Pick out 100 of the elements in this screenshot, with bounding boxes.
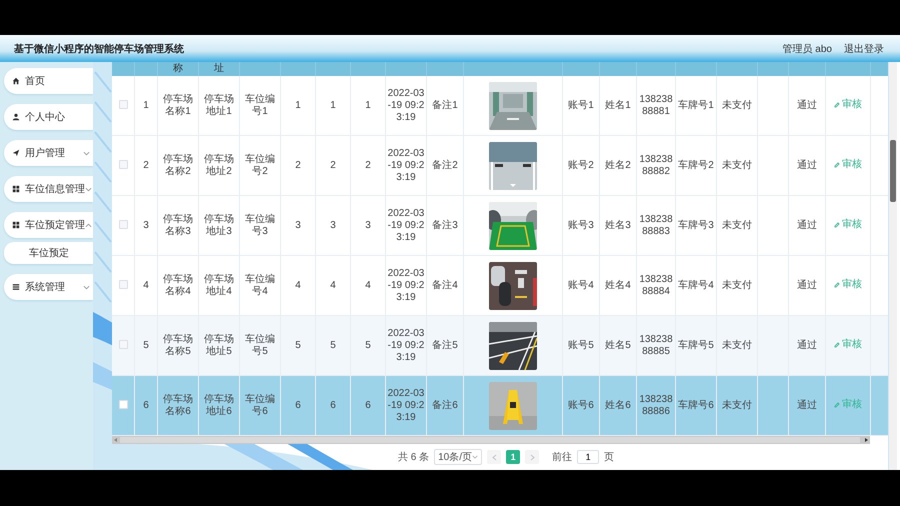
table-cell: 停车场地址3 [198,196,240,256]
menu-item[interactable]: 车位信息管理 [4,176,93,202]
table-cell: 停车场地址1 [198,76,240,136]
table-cell: 5 [134,316,158,376]
table-cell: 2022-03-19 09:23:19 [386,136,426,196]
table-cell: 2022-03-19 09:23:19 [386,76,426,136]
table-cell: 13823888883 [636,196,676,256]
row-checkbox[interactable] [118,340,128,350]
menu-item[interactable]: 车位预定管理 [4,212,93,238]
caret-icon [472,455,478,459]
table-cell: 车位编号6 [240,376,280,436]
table-cell: 停车场名称3 [158,196,198,256]
table-cell: 账号1 [562,76,600,136]
table-cell: 姓名6 [600,376,636,436]
table-cell: 通过 [788,376,826,436]
table-cell: 1 [280,76,316,136]
table-cell: 5 [280,316,316,376]
row-checkbox[interactable] [118,100,128,110]
page-size-select[interactable]: 10条/页 [434,449,482,465]
user-icon [12,113,20,121]
column-header: 址 [198,62,240,76]
edit-icon [834,282,840,288]
home-icon [12,77,20,85]
user-label: 管理员 abo [782,42,832,56]
row-checkbox[interactable] [118,220,128,230]
table-cell: 3 [134,196,158,256]
total-count: 共 6 条 [398,450,430,464]
table-cell: 3 [316,196,350,256]
table-cell: 6 [350,376,386,436]
table-cell: 车位编号3 [240,196,280,256]
table-cell: 通过 [788,76,826,136]
table-cell: 账号3 [562,196,600,256]
grid-icon [12,185,20,193]
logout-link[interactable]: 退出登录 [844,42,884,56]
table-cell: 2 [350,136,386,196]
table-cell: 车位编号5 [240,316,280,376]
table-cell: 13823888882 [636,136,676,196]
table-cell: 账号6 [562,376,600,436]
row-checkbox[interactable] [118,400,128,410]
row-checkbox[interactable] [118,280,128,290]
table-cell: 13823888881 [636,76,676,136]
table-cell: 2022-03-19 09:23:19 [386,316,426,376]
table-cell: 未支付 [716,316,758,376]
horizontal-scrollbar[interactable] [112,436,870,444]
menu-item[interactable]: 系统管理 [4,274,93,300]
table-cell: 停车场名称5 [158,316,198,376]
chevron-icon [83,284,90,290]
menu-item[interactable]: 个人中心 [4,104,93,130]
table-cell: 备注3 [426,196,464,256]
row-checkbox[interactable] [118,160,128,170]
menu-item[interactable]: 用户管理 [4,140,93,166]
table-cell: 备注6 [426,376,464,436]
chevron-icon [83,150,90,156]
table-cell: 车牌号3 [676,196,716,256]
page-input[interactable]: 1 [577,450,600,464]
table-cell: 2 [134,136,158,196]
edit-icon [834,342,840,348]
edit-icon [834,402,840,408]
table-cell: 6 [280,376,316,436]
table-cell: 2 [316,136,350,196]
table-cell: 1 [350,76,386,136]
table-cell: 未支付 [716,76,758,136]
table-cell: 姓名2 [600,136,636,196]
table-cell: 通过 [788,316,826,376]
submenu-item[interactable]: 车位预定 [4,242,93,264]
table-cell: 3 [350,196,386,256]
table-cell: 2022-03-19 09:23:19 [386,196,426,256]
table-cell: 通过 [788,196,826,256]
table-cell: 停车场名称1 [158,76,198,136]
table-cell: 车位编号2 [240,136,280,196]
chevron-icon [492,454,497,460]
grid-icon [12,221,20,229]
page-suffix: 页 [604,451,614,464]
send-icon [12,149,20,157]
table-cell: 账号2 [562,136,600,196]
table-cell: 通过 [788,136,826,196]
table-cell: 备注1 [426,76,464,136]
table-cell: 姓名1 [600,76,636,136]
table-cell: 6 [134,376,158,436]
table-cell: 备注2 [426,136,464,196]
table-cell: 车牌号6 [676,376,716,436]
table-cell: 备注5 [426,316,464,376]
table-cell: 车位编号1 [240,76,280,136]
table-cell: 2022-03-19 09:23:19 [386,376,426,436]
chevron-icon [85,186,92,192]
table-cell: 车牌号5 [676,316,716,376]
table-cell: 停车场名称6 [158,376,198,436]
table-cell: 姓名5 [600,316,636,376]
table-cell: 停车场地址2 [198,136,240,196]
edit-icon [834,222,840,228]
table-cell: 停车场地址6 [198,376,240,436]
vertical-scrollbar[interactable] [888,62,897,470]
table-cell: 1 [134,76,158,136]
table-cell: 姓名3 [600,196,636,256]
table-cell: 未支付 [716,376,758,436]
table-cell: 1 [316,76,350,136]
menu-item[interactable]: 首页 [4,68,93,94]
table-cell: 未支付 [716,136,758,196]
table-cell: 未支付 [716,196,758,256]
table-cell: 2 [280,136,316,196]
